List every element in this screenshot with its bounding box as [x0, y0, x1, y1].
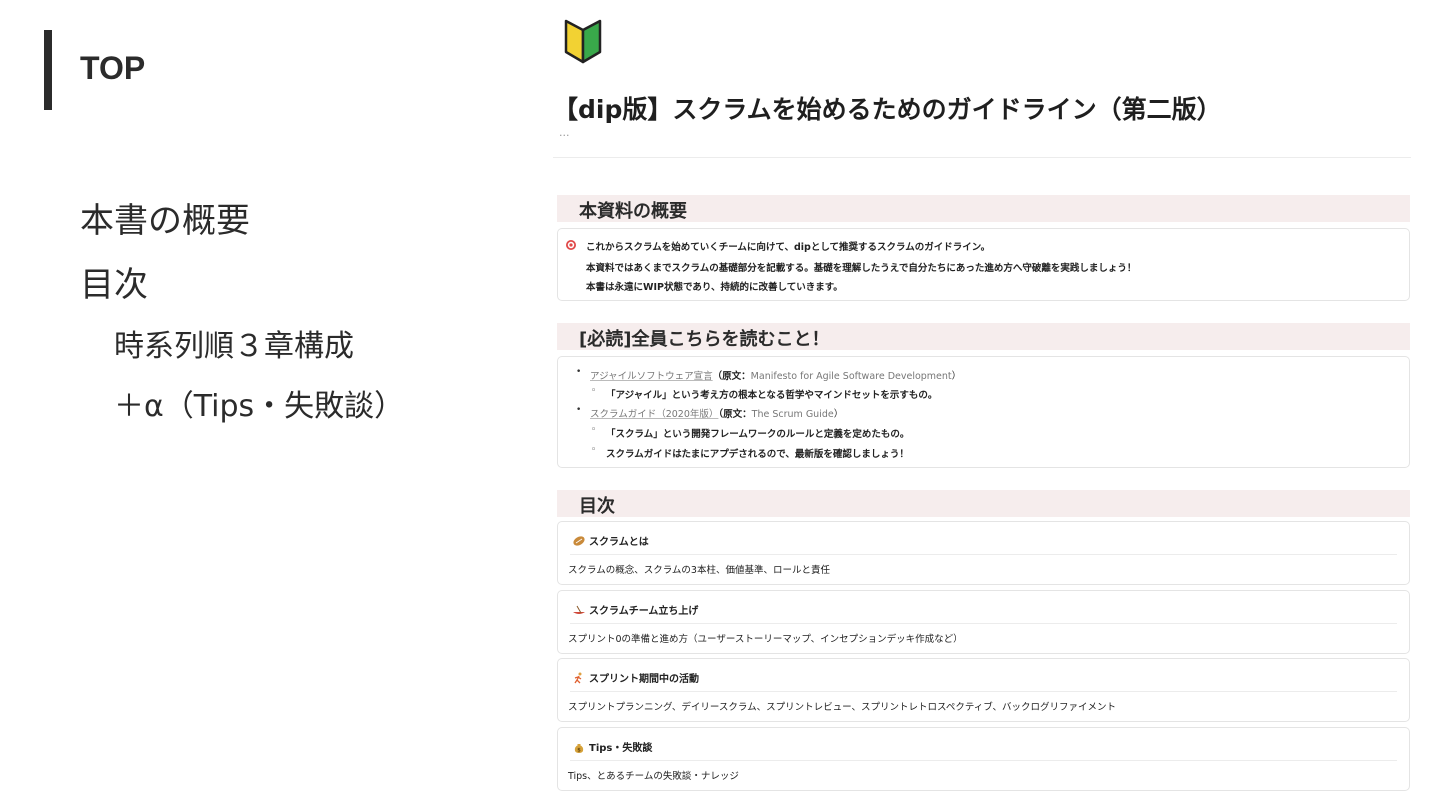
section-heading-toc: 目次	[557, 490, 1410, 517]
section-heading-text: [必読]全員こちらを読むこと！	[579, 329, 830, 350]
list-item: アジャイルソフトウェア宣言（原文：Manifesto for Agile Sof…	[590, 371, 962, 382]
manifesto-original-link[interactable]: Manifesto for Agile Software Development	[751, 371, 952, 382]
bullet: •	[576, 405, 582, 415]
toc-card-desc: スクラムの概念、スクラムの3本柱、価値基準、ロールと責任	[568, 565, 830, 576]
toc-card-title: スプリント期間中の活動	[572, 670, 699, 685]
list-subitem: 「スクラム」という開発フレームワークのルールと定義を定めたもの。	[606, 429, 910, 440]
toc-card-title: スクラムチーム立ち上げ	[572, 602, 698, 617]
toc-card-desc: スプリント0の準備と進め方（ユーザーストーリーマップ、インセプションデッキ作成な…	[568, 634, 963, 645]
canoe-icon	[573, 605, 585, 614]
outline-item: 本書の概要	[80, 201, 250, 241]
page-title: 【dip版】スクラムを始めるためのガイドライン（第二版）	[553, 95, 1222, 124]
bullet: •	[576, 367, 582, 377]
list-item: スクラムガイド（2020年版）（原文：The Scrum Guide）	[590, 409, 844, 420]
list-subitem: 「アジャイル」という考え方の根本となる哲学やマインドセットを示すもの。	[606, 390, 938, 401]
card-divider	[570, 623, 1397, 624]
outline-subitem: 時系列順３章構成	[114, 329, 354, 364]
toc-card-team-launch[interactable]: スクラムチーム立ち上げ スプリント0の準備と進め方（ユーザーストーリーマップ、イ…	[557, 590, 1410, 654]
section-heading-text: 本資料の概要	[579, 201, 687, 222]
toc-card-title: $ Tips・失敗談	[572, 739, 652, 754]
sub-bullet: ◦	[591, 445, 597, 455]
notion-page: 【dip版】スクラムを始めるためのガイドライン（第二版） ... 本資料の概要 …	[553, 0, 1411, 810]
section-heading-overview: 本資料の概要	[557, 195, 1410, 222]
card-divider	[570, 554, 1397, 555]
rugby-ball-icon	[573, 536, 585, 546]
overview-line: 本書は永遠にWIP状態であり、持続的に改善していきます。	[586, 282, 843, 293]
divider	[553, 157, 1411, 158]
overview-line: これからスクラムを始めていくチームに向けて、dipとして推奨するスクラムのガイド…	[586, 242, 991, 253]
toc-card-sprint-activities[interactable]: スプリント期間中の活動 スプリントプランニング、デイリースクラム、スプリントレビ…	[557, 658, 1410, 722]
section-heading-required: [必読]全員こちらを読むこと！	[557, 323, 1410, 350]
more-ellipsis[interactable]: ...	[559, 126, 570, 139]
toc-card-desc: Tips、とあるチームの失敗談・ナレッジ	[568, 771, 739, 782]
beginner-mark-icon	[564, 19, 602, 64]
toc-card-tips[interactable]: $ Tips・失敗談 Tips、とあるチームの失敗談・ナレッジ	[557, 727, 1410, 791]
section-heading-text: 目次	[579, 496, 615, 517]
outline-subitem: ＋α（Tips・失敗談）	[114, 389, 405, 424]
slide-panel: TOP 本書の概要 目次 時系列順３章構成 ＋α（Tips・失敗談）	[0, 0, 540, 810]
agile-manifesto-link[interactable]: アジャイルソフトウェア宣言	[590, 371, 713, 382]
outline-item: 目次	[80, 265, 148, 305]
overview-line: 本資料ではあくまでスクラムの基礎部分を記載する。基礎を理解したうえで自分たちにあ…	[586, 263, 1137, 274]
overview-callout: これからスクラムを始めていくチームに向けて、dipとして推奨するスクラムのガイド…	[557, 228, 1410, 301]
toc-card-title: スクラムとは	[572, 533, 649, 548]
scrum-guide-original-link[interactable]: The Scrum Guide	[752, 409, 834, 420]
card-divider	[570, 760, 1397, 761]
scrum-guide-link[interactable]: スクラムガイド（2020年版）	[590, 409, 718, 420]
sub-bullet: ◦	[591, 425, 597, 435]
list-subitem: スクラムガイドはたまにアプデされるので、最新版を確認しましょう！	[606, 449, 909, 460]
card-divider	[570, 691, 1397, 692]
runner-icon	[574, 672, 582, 684]
slide-title: TOP	[80, 50, 146, 86]
slide-outline: 本書の概要 目次 時系列順３章構成 ＋α（Tips・失敗談）	[80, 196, 404, 444]
toc-card-scrum[interactable]: スクラムとは スクラムの概念、スクラムの3本柱、価値基準、ロールと責任	[557, 521, 1410, 585]
target-icon	[566, 240, 576, 250]
title-accent-bar	[44, 30, 52, 110]
required-reading-box: • アジャイルソフトウェア宣言（原文：Manifesto for Agile S…	[557, 356, 1410, 468]
svg-text:$: $	[577, 748, 581, 754]
toc-card-desc: スプリントプランニング、デイリースクラム、スプリントレビュー、スプリントレトロス…	[568, 702, 1116, 713]
money-bag-icon: $	[574, 744, 584, 754]
sub-bullet: ◦	[591, 386, 597, 396]
